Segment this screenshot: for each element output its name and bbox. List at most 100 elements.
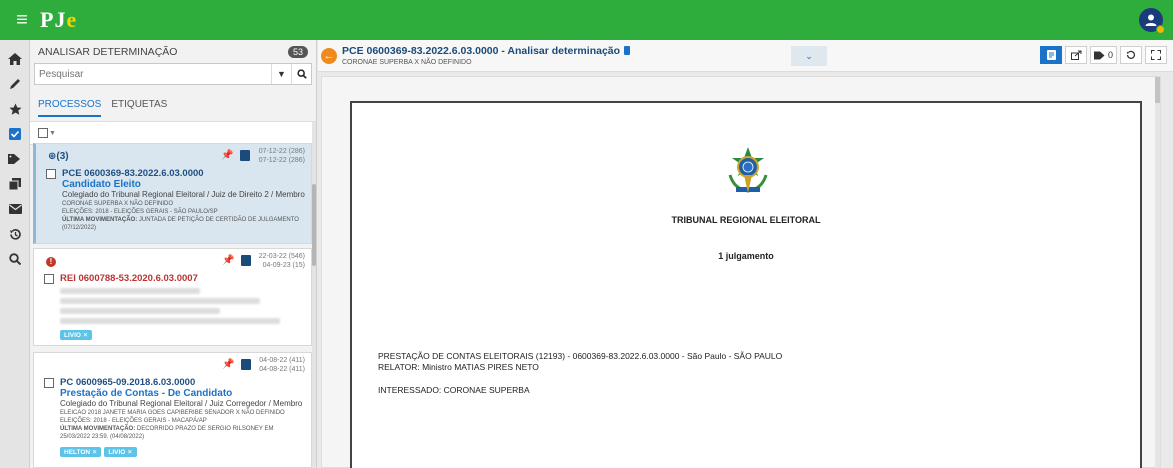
- document-view-button[interactable]: [1040, 46, 1063, 64]
- document-icon: [1046, 50, 1056, 60]
- alert-icon: !: [46, 257, 56, 267]
- process-number[interactable]: PC 0600965-09.2018.6.03.0000: [60, 377, 195, 388]
- tags-count: 0: [1107, 50, 1113, 60]
- back-arrow-icon[interactable]: ←: [321, 48, 337, 64]
- process-list-panel: ANALISAR DETERMINAÇÃO 53 ▼ PROCESSOS ETI…: [30, 40, 317, 468]
- pje-logo[interactable]: PJe: [40, 7, 77, 33]
- document-icon[interactable]: [240, 150, 250, 161]
- process-checkbox[interactable]: [44, 273, 54, 284]
- history-icon: [1126, 50, 1136, 59]
- document-page: TRIBUNAL REGIONAL ELEITORAL 1 julgamento…: [350, 101, 1142, 468]
- top-bar: ≡ PJe: [0, 0, 1173, 40]
- redacted-line: [60, 288, 200, 294]
- panel-scrollbar[interactable]: [312, 122, 316, 468]
- card-header: 📌 04-08-22 (411) 04-08-22 (411): [34, 353, 311, 377]
- process-org: Colegiado do Tribunal Regional Eleitoral…: [62, 190, 305, 199]
- document-scrollbar[interactable]: [1155, 77, 1160, 468]
- status-dot: [1156, 25, 1165, 34]
- process-number[interactable]: PCE 0600369-83.2022.6.03.0000: [62, 168, 204, 179]
- hamburger-menu-icon[interactable]: ≡: [10, 8, 34, 32]
- logo-letter-e: e: [66, 7, 78, 32]
- clipboard-icon[interactable]: [624, 46, 631, 55]
- copy-icon[interactable]: [0, 173, 30, 195]
- process-election: ELEIÇÕES: 2018 - ELEIÇÕES GERAIS - MACAP…: [60, 418, 207, 424]
- tab-processos[interactable]: PROCESSOS: [38, 99, 102, 117]
- main-toolbar: 0: [1040, 46, 1167, 64]
- process-last-movement: ÚLTIMA MOVIMENTAÇÃO: DECORRIDO PRAZO DE …: [60, 425, 305, 441]
- document-icon[interactable]: [241, 359, 251, 370]
- select-dropdown-icon[interactable]: ▼: [49, 130, 56, 137]
- tag-chip[interactable]: HELTON ✕: [60, 447, 102, 457]
- card-body: PCE 0600369-83.2022.6.03.0000 Candidato …: [36, 168, 311, 238]
- checkbox-icon[interactable]: [0, 123, 30, 145]
- process-card[interactable]: 📌 04-08-22 (411) 04-08-22 (411) PC 06009…: [33, 352, 312, 468]
- card-header: ! 📌 22-03-22 (546) 04-09-23 (15): [34, 249, 311, 273]
- date-opened: 04-08-22 (411): [259, 357, 305, 364]
- card-dates: 04-08-22 (411) 04-08-22 (411): [259, 356, 305, 374]
- user-avatar[interactable]: [1139, 8, 1165, 34]
- card-dates: 07-12-22 (286) 07-12-22 (286): [259, 147, 305, 165]
- panel-header: ANALISAR DETERMINAÇÃO 53: [30, 40, 316, 60]
- home-icon[interactable]: [0, 48, 30, 70]
- star-icon[interactable]: [0, 98, 30, 120]
- pencil-icon[interactable]: [0, 73, 30, 95]
- date-opened: 07-12-22 (286): [258, 148, 305, 155]
- panel-title: ANALISAR DETERMINAÇÃO: [38, 46, 178, 58]
- pin-icon[interactable]: 📌: [222, 255, 234, 266]
- process-checkbox[interactable]: [46, 168, 56, 179]
- main-title-text: PCE 0600369-83.2022.6.03.0000 - Analisar…: [342, 45, 621, 57]
- expand-details-button[interactable]: ⌄: [791, 46, 827, 66]
- pin-icon[interactable]: 📌: [221, 150, 233, 161]
- card-body: PC 0600965-09.2018.6.03.0000 Prestação d…: [34, 377, 311, 463]
- process-election: ELEIÇÕES: 2018 - ELEIÇÕES GERAIS - SÃO P…: [62, 209, 218, 215]
- last-movement-label: ÚLTIMA MOVIMENTAÇÃO:: [62, 217, 138, 223]
- search-button[interactable]: [291, 64, 311, 84]
- process-line: PC 0600965-09.2018.6.03.0000: [44, 377, 305, 388]
- brazil-coat-of-arms-icon: [728, 147, 768, 193]
- tag-chip[interactable]: LIVIO ✕: [60, 330, 93, 340]
- logo-letter-p: P: [40, 7, 55, 32]
- count-badge: 53: [287, 46, 308, 58]
- tag-chip[interactable]: LIVIO ✕: [104, 447, 137, 457]
- search-input[interactable]: [35, 64, 271, 84]
- scrollbar-thumb[interactable]: [312, 184, 316, 266]
- history-button[interactable]: [1120, 46, 1142, 64]
- pin-icon[interactable]: 📌: [222, 359, 234, 370]
- search-icon[interactable]: [0, 248, 30, 270]
- process-card[interactable]: ! 📌 22-03-22 (546) 04-09-23 (15) REI 060…: [33, 248, 312, 346]
- select-all-checkbox[interactable]: [38, 128, 48, 138]
- envelope-icon[interactable]: [0, 198, 30, 220]
- sidebar-rail: [0, 40, 30, 468]
- last-movement-label: ÚLTIMA MOVIMENTAÇÃO:: [60, 426, 136, 432]
- document-line-process: PRESTAÇÃO DE CONTAS ELEITORAIS (12193) -…: [378, 351, 783, 361]
- document-viewer[interactable]: TRIBUNAL REGIONAL ELEITORAL 1 julgamento…: [321, 76, 1161, 468]
- document-icon[interactable]: [241, 255, 251, 266]
- select-all-row: ▼: [30, 121, 316, 145]
- process-checkbox[interactable]: [44, 377, 54, 388]
- main-header: ← PCE 0600369-83.2022.6.03.0000 - Analis…: [318, 40, 1173, 72]
- tags-count-button[interactable]: 0: [1090, 46, 1117, 64]
- export-button[interactable]: [1065, 46, 1088, 64]
- chevron-down-icon: ⌄: [805, 51, 813, 61]
- dropdown-caret-icon[interactable]: ▼: [271, 64, 291, 84]
- document-heading: 1 julgamento: [718, 251, 774, 261]
- process-class: Candidato Eleito: [62, 179, 141, 190]
- tag-list: HELTON ✕ LIVIO ✕: [44, 445, 305, 457]
- fullscreen-button[interactable]: [1145, 46, 1167, 64]
- document-line-relator: RELATOR: Ministro MATIAS PIRES NETO: [378, 362, 539, 372]
- tags-icon[interactable]: [0, 148, 30, 170]
- fullscreen-icon: [1151, 50, 1161, 60]
- tab-etiquetas[interactable]: ETIQUETAS: [111, 99, 167, 117]
- process-card[interactable]: ⊕(3) 📌 07-12-22 (286) 07-12-22 (286) PCE…: [33, 143, 312, 244]
- history-icon[interactable]: [0, 223, 30, 245]
- process-line: REI 0600788-53.2020.6.03.0007: [44, 273, 305, 284]
- expand-count[interactable]: ⊕(3): [48, 151, 69, 162]
- tag-list: LIVIO ✕: [44, 328, 305, 340]
- process-line: PCE 0600369-83.2022.6.03.0000: [46, 168, 305, 179]
- date-opened: 22-03-22 (546): [258, 253, 305, 260]
- process-number[interactable]: REI 0600788-53.2020.6.03.0007: [60, 273, 198, 284]
- main-title: PCE 0600369-83.2022.6.03.0000 - Analisar…: [342, 45, 631, 57]
- scrollbar-thumb[interactable]: [1155, 77, 1160, 103]
- user-icon: [1145, 14, 1157, 26]
- date-last: 04-08-22 (411): [259, 366, 305, 373]
